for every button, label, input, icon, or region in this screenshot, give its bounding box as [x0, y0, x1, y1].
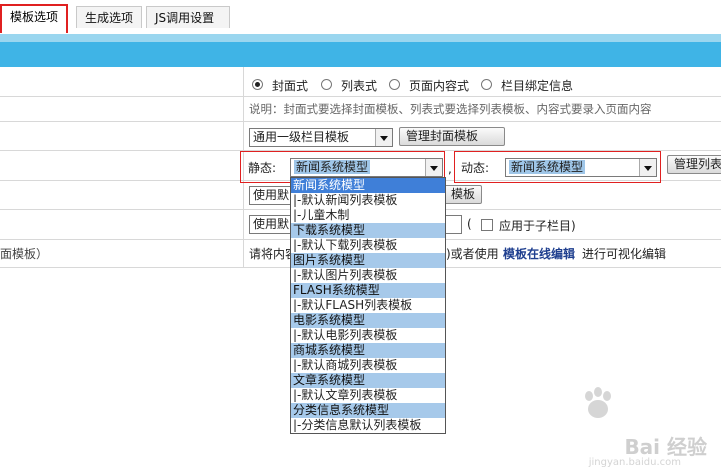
button-label: 模板	[451, 187, 476, 201]
help-text-b: )或者使用	[446, 247, 499, 261]
static-label: 静态:	[248, 161, 277, 175]
radio-page-content[interactable]	[389, 79, 400, 90]
open-paren: (	[467, 217, 472, 231]
cover-template-value: 通用一级栏目模板	[253, 130, 350, 144]
row-divider	[0, 96, 721, 97]
radio-cover-label: 封面式	[272, 79, 309, 93]
button-label: 管理列表	[674, 157, 721, 171]
dropdown-option-model[interactable]: 下载系统模型	[291, 223, 445, 238]
content-template-value: 使用默	[253, 188, 290, 202]
apply-to-children-checkbox[interactable]	[481, 219, 493, 231]
section-header-bar	[0, 42, 721, 67]
dynamic-list-template-value: 新闻系统模型	[509, 160, 586, 174]
button-label: 管理封面模板	[406, 129, 479, 143]
dropdown-option[interactable]: |-默认下载列表模板	[291, 238, 445, 253]
dropdown-option-model[interactable]: FLASH系统模型	[291, 283, 445, 298]
tab-label: JS调用设置	[155, 11, 215, 25]
dropdown-option[interactable]: |-默认电影列表模板	[291, 328, 445, 343]
tab-template-options[interactable]: 模板选项	[0, 4, 68, 33]
mode-note: 说明：封面式要选择封面模板、列表式要选择列表模板、内容式要录入页面内容	[249, 102, 652, 116]
dropdown-option-model[interactable]: 商城系统模型	[291, 343, 445, 358]
tab-label: 生成选项	[85, 11, 134, 25]
chevron-down-icon	[425, 159, 442, 176]
dropdown-option-model[interactable]: 电影系统模型	[291, 313, 445, 328]
dropdown-option[interactable]: |-儿童木制	[291, 208, 445, 223]
dropdown-option[interactable]: |-默认新闻列表模板	[291, 193, 445, 208]
tab-bar: 模板选项 生成选项 JS调用设置	[0, 0, 721, 34]
left-column-label: 面模板）	[0, 247, 49, 261]
static-list-template-value: 新闻系统模型	[294, 160, 371, 174]
row-divider	[0, 121, 721, 122]
cover-template-select[interactable]: 通用一级栏目模板	[249, 128, 393, 147]
radio-cover[interactable]	[252, 79, 263, 90]
dropdown-option-model[interactable]: 分类信息系统模型	[291, 403, 445, 418]
separator-comma: ,	[448, 162, 452, 176]
tab-label: 模板选项	[10, 10, 59, 24]
manage-cover-template-button[interactable]: 管理封面模板	[399, 127, 505, 146]
baidu-paw-icon	[585, 387, 611, 418]
watermark-url: jingyan.baidu.com	[589, 457, 681, 468]
manage-content-template-button[interactable]: 模板	[444, 185, 482, 204]
dropdown-option[interactable]: |-默认文章列表模板	[291, 388, 445, 403]
help-text-c: 进行可视化编辑	[582, 247, 667, 261]
js-template-select-end[interactable]	[444, 215, 462, 234]
tab-js-settings[interactable]: JS调用设置	[146, 6, 230, 28]
js-template-value: 使用默	[253, 217, 290, 231]
radio-list[interactable]	[321, 79, 332, 90]
dropdown-option[interactable]: |-默认商城列表模板	[291, 358, 445, 373]
dropdown-option-model[interactable]: 文章系统模型	[291, 373, 445, 388]
dropdown-option[interactable]: |-默认图片列表模板	[291, 268, 445, 283]
watermark: Bai 经验	[624, 431, 707, 460]
dropdown-option[interactable]: |-分类信息默认列表模板	[291, 418, 445, 433]
radio-page-content-label: 页面内容式	[409, 79, 470, 93]
static-list-template-select[interactable]: 新闻系统模型	[290, 158, 443, 177]
tab-generate-options[interactable]: 生成选项	[76, 6, 142, 28]
static-template-dropdown[interactable]: 新闻系统模型 |-默认新闻列表模板 |-儿童木制 下载系统模型 |-默认下载列表模板 图片…	[290, 177, 446, 434]
manage-list-template-button[interactable]: 管理列表	[667, 155, 721, 174]
dynamic-list-template-select[interactable]: 新闻系统模型	[505, 158, 657, 177]
online-template-editor-link[interactable]: 模板在线编辑	[503, 245, 575, 262]
apply-to-children-label: 应用于子栏目)	[499, 219, 576, 233]
radio-bind-info-label: 栏目绑定信息	[501, 79, 574, 93]
dropdown-option[interactable]: |-默认FLASH列表模板	[291, 298, 445, 313]
watermark-url-text: jingyan.baidu.com	[588, 457, 681, 468]
chevron-down-icon	[375, 129, 392, 146]
radio-bind-info[interactable]	[481, 79, 492, 90]
chevron-down-icon	[639, 159, 656, 176]
dropdown-option-model[interactable]: 新闻系统模型	[291, 178, 445, 193]
dynamic-label: 动态:	[461, 161, 490, 175]
watermark-text: Bai 经验	[624, 435, 707, 459]
dropdown-option-model[interactable]: 图片系统模型	[291, 253, 445, 268]
header-strip	[0, 34, 721, 42]
radio-list-label: 列表式	[341, 79, 378, 93]
